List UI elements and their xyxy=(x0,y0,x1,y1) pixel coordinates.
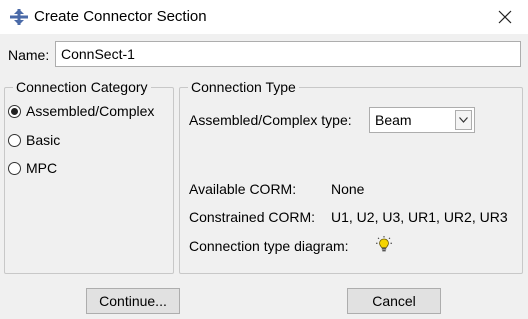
type-label: Assembled/Complex type: xyxy=(189,112,352,128)
diagram-label: Connection type diagram: xyxy=(189,238,349,254)
close-button[interactable] xyxy=(482,0,528,34)
name-input[interactable] xyxy=(55,41,521,67)
radio-button[interactable] xyxy=(8,161,21,175)
title-bar: Create Connector Section xyxy=(0,0,528,34)
cancel-button[interactable]: Cancel xyxy=(347,288,441,314)
window-title: Create Connector Section xyxy=(34,8,207,25)
close-icon xyxy=(498,10,512,24)
connection-category-legend: Connection Category xyxy=(16,79,148,95)
radio-label: Basic xyxy=(26,132,61,148)
connector-section-icon xyxy=(10,9,28,25)
dropdown-button[interactable] xyxy=(455,110,472,130)
constrained-corm-label: Constrained CORM: xyxy=(189,209,316,225)
name-label: Name: xyxy=(8,47,50,63)
radio-basic[interactable]: Basic xyxy=(8,132,60,148)
constrained-corm-value: U1, U2, U3, UR1, UR2, UR3 xyxy=(331,209,508,225)
radio-button-checked[interactable] xyxy=(8,104,21,118)
connection-type-legend: Connection Type xyxy=(191,79,296,95)
radio-label: MPC xyxy=(26,160,58,176)
radio-assembled-complex[interactable]: Assembled/Complex xyxy=(8,103,154,119)
radio-mpc[interactable]: MPC xyxy=(8,160,57,176)
continue-button[interactable]: Continue... xyxy=(86,288,180,314)
type-select-value: Beam xyxy=(375,112,412,128)
lightbulb-icon[interactable] xyxy=(375,236,393,254)
radio-label: Assembled/Complex xyxy=(26,103,155,119)
available-corm-value: None xyxy=(331,181,365,197)
chevron-down-icon xyxy=(459,117,468,123)
type-select[interactable]: Beam xyxy=(369,107,475,133)
radio-button[interactable] xyxy=(8,133,21,147)
available-corm-label: Available CORM: xyxy=(189,181,297,197)
